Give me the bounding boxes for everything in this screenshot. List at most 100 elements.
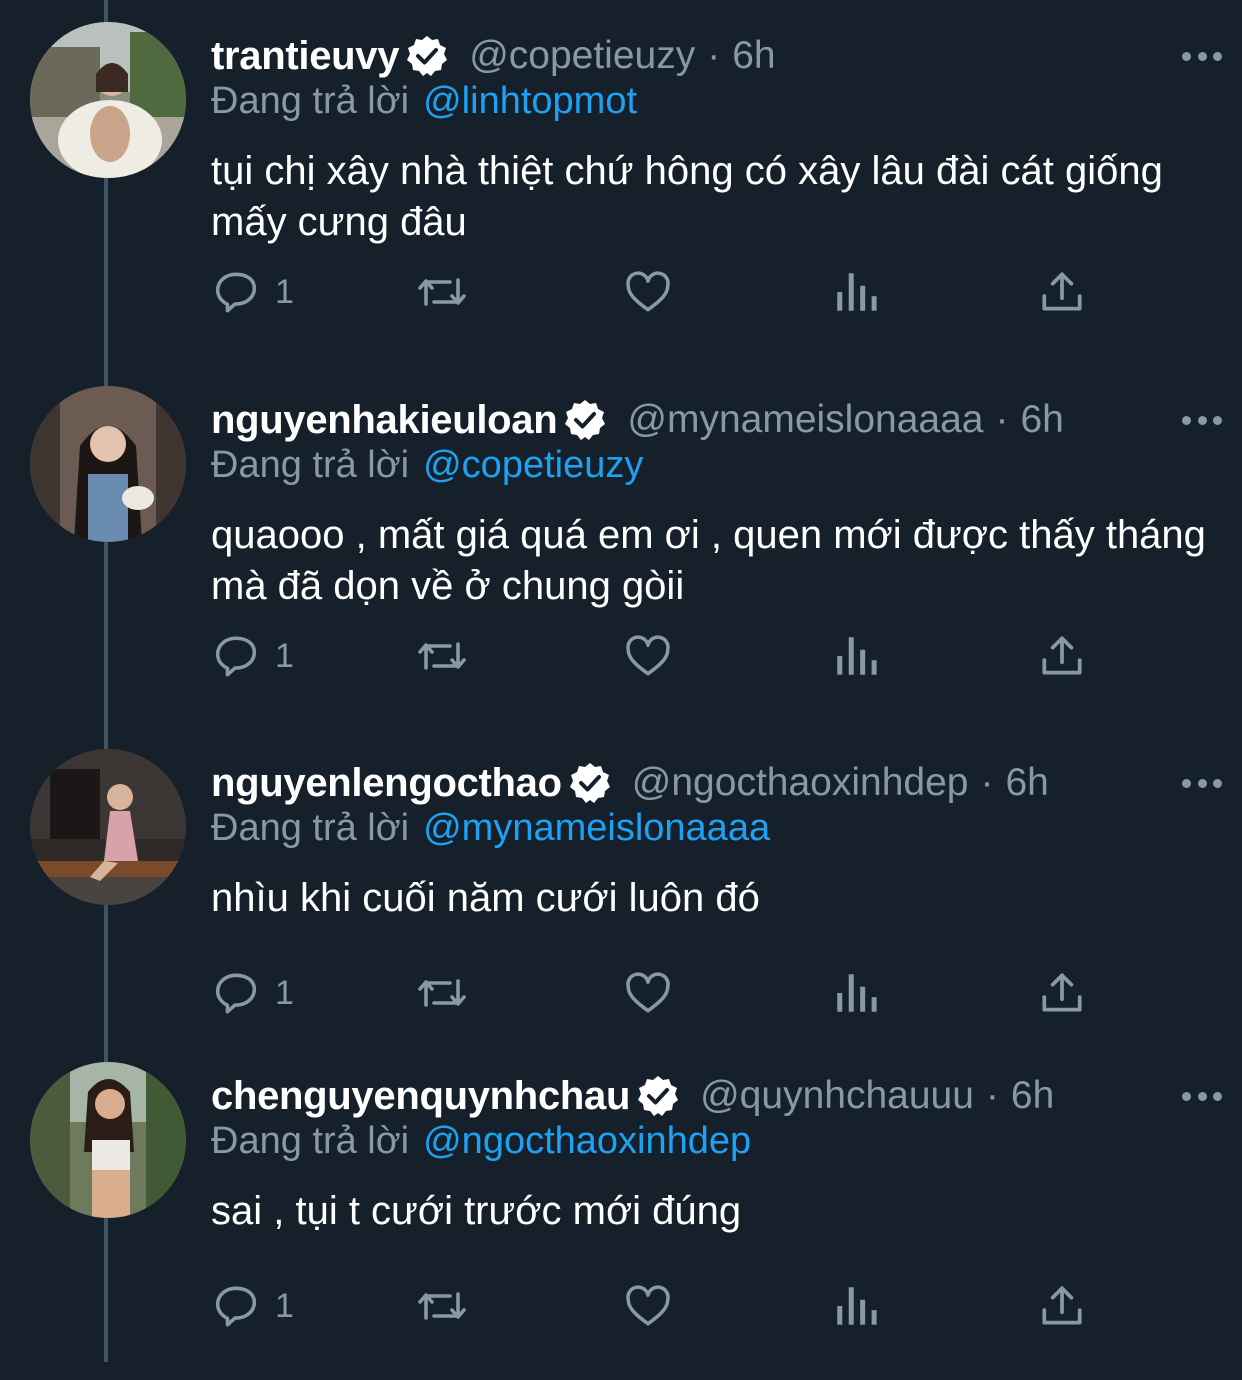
action-bar: 1 — [211, 262, 1111, 322]
reply-icon — [215, 636, 257, 677]
separator: · — [707, 34, 721, 77]
tweet[interactable]: nguyenlengocthao @ngocthaoxinhdep · 6h Đ… — [0, 727, 1242, 1067]
retweet-button[interactable] — [414, 963, 470, 1023]
timestamp[interactable]: 6h — [1020, 398, 1063, 442]
avatar[interactable] — [30, 1062, 186, 1218]
more-icon[interactable] — [1182, 1076, 1222, 1116]
mention-link[interactable]: @mynameislonaaaa — [423, 807, 770, 849]
mention-link[interactable]: @linhtopmot — [423, 80, 637, 122]
mention-link[interactable]: @copetieuzy — [423, 444, 643, 486]
tweet-header: nguyenlengocthao @ngocthaoxinhdep · 6h — [211, 757, 1222, 809]
analytics-icon — [837, 974, 877, 1012]
timestamp[interactable]: 6h — [732, 34, 775, 78]
tweet-header: nguyenhakieuloan @mynameislonaaaa · 6h — [211, 394, 1222, 446]
separator: · — [980, 761, 994, 804]
retweet-button[interactable] — [414, 626, 470, 686]
heart-icon — [626, 1285, 670, 1326]
verified-badge-icon — [569, 763, 610, 803]
action-bar: 1 — [211, 1276, 1111, 1336]
tweet[interactable]: nguyenhakieuloan @mynameislonaaaa · 6h Đ… — [0, 364, 1242, 704]
analytics-icon — [837, 1287, 877, 1325]
action-bar: 1 — [211, 626, 1111, 686]
reply-icon — [215, 1286, 257, 1327]
reply-count: 1 — [275, 1286, 294, 1325]
tweet-text: sai , tụi t cưới trước mới đúng — [211, 1189, 742, 1233]
separator: · — [995, 398, 1009, 441]
avatar[interactable] — [30, 22, 186, 178]
like-button[interactable] — [623, 963, 673, 1023]
verified-badge-icon — [407, 36, 448, 76]
display-name[interactable]: chenguyenquynhchau — [211, 1074, 630, 1119]
replying-label: Đang trả lời — [211, 807, 410, 849]
retweet-icon — [418, 979, 466, 1007]
retweet-button[interactable] — [414, 262, 470, 322]
more-icon[interactable] — [1182, 763, 1222, 803]
share-icon — [1042, 636, 1082, 675]
analytics-icon — [837, 637, 877, 675]
retweet-button[interactable] — [414, 1276, 470, 1336]
reply-icon — [215, 973, 257, 1014]
display-name[interactable]: nguyenhakieuloan — [211, 398, 558, 443]
handle[interactable]: @quynhchauuu — [700, 1074, 974, 1118]
reply-button[interactable]: 1 — [211, 626, 294, 686]
verified-badge-icon — [565, 400, 606, 440]
avatar[interactable] — [30, 386, 186, 542]
display-name[interactable]: trantieuvy — [211, 34, 399, 79]
replying-label: Đang trả lời — [211, 80, 410, 122]
heart-icon — [626, 635, 670, 676]
more-icon[interactable] — [1182, 36, 1222, 76]
tweet[interactable]: trantieuvy @copetieuzy · 6h Đang trả lời… — [0, 0, 1242, 340]
tweet-header: trantieuvy @copetieuzy · 6h — [211, 30, 1222, 82]
share-button[interactable] — [1037, 963, 1087, 1023]
heart-icon — [626, 972, 670, 1013]
replying-to: Đang trả lời @ngocthaoxinhdep — [211, 1120, 751, 1163]
reply-button[interactable]: 1 — [211, 262, 294, 322]
handle[interactable]: @ngocthaoxinhdep — [632, 761, 969, 805]
replying-label: Đang trả lời — [211, 1120, 410, 1162]
reply-icon — [215, 272, 257, 313]
reply-button[interactable]: 1 — [211, 963, 294, 1023]
retweet-icon — [418, 1292, 466, 1320]
analytics-button[interactable] — [833, 1276, 879, 1336]
share-button[interactable] — [1037, 1276, 1087, 1336]
avatar[interactable] — [30, 749, 186, 905]
separator: · — [985, 1074, 999, 1117]
replying-to: Đang trả lời @copetieuzy — [211, 444, 643, 487]
like-button[interactable] — [623, 262, 673, 322]
reply-count: 1 — [275, 636, 294, 675]
action-bar: 1 — [211, 963, 1111, 1023]
more-icon[interactable] — [1182, 400, 1222, 440]
handle[interactable]: @copetieuzy — [469, 34, 695, 78]
verified-badge-icon — [638, 1076, 679, 1116]
retweet-icon — [418, 278, 466, 306]
share-icon — [1042, 272, 1082, 311]
replying-to: Đang trả lời @mynameislonaaaa — [211, 807, 770, 850]
like-button[interactable] — [623, 626, 673, 686]
share-icon — [1042, 1286, 1082, 1325]
replying-to: Đang trả lời @linhtopmot — [211, 80, 637, 123]
replying-label: Đang trả lời — [211, 444, 410, 486]
analytics-button[interactable] — [833, 963, 879, 1023]
reply-count: 1 — [275, 973, 294, 1012]
reply-button[interactable]: 1 — [211, 1276, 294, 1336]
share-button[interactable] — [1037, 262, 1087, 322]
heart-icon — [626, 271, 670, 312]
share-button[interactable] — [1037, 626, 1087, 686]
mention-link[interactable]: @ngocthaoxinhdep — [423, 1120, 751, 1162]
timestamp[interactable]: 6h — [1011, 1074, 1054, 1118]
analytics-button[interactable] — [833, 626, 879, 686]
retweet-icon — [418, 642, 466, 670]
analytics-icon — [837, 273, 877, 311]
tweet-header: chenguyenquynhchau @quynhchauuu · 6h — [211, 1070, 1222, 1122]
display-name[interactable]: nguyenlengocthao — [211, 761, 562, 806]
tweet-text: tụi chị xây nhà thiệt chứ hông có xây lâ… — [211, 149, 1163, 244]
analytics-button[interactable] — [833, 262, 879, 322]
reply-count: 1 — [275, 272, 294, 311]
like-button[interactable] — [623, 1276, 673, 1336]
timestamp[interactable]: 6h — [1005, 761, 1048, 805]
share-icon — [1042, 973, 1082, 1012]
tweet-text: quaooo , mất giá quá em ơi , quen mới đư… — [211, 513, 1206, 608]
tweet[interactable]: chenguyenquynhchau @quynhchauuu · 6h Đan… — [0, 1040, 1242, 1380]
tweet-text: nhìu khi cuối năm cưới luôn đó — [211, 876, 760, 920]
handle[interactable]: @mynameislonaaaa — [627, 398, 983, 442]
